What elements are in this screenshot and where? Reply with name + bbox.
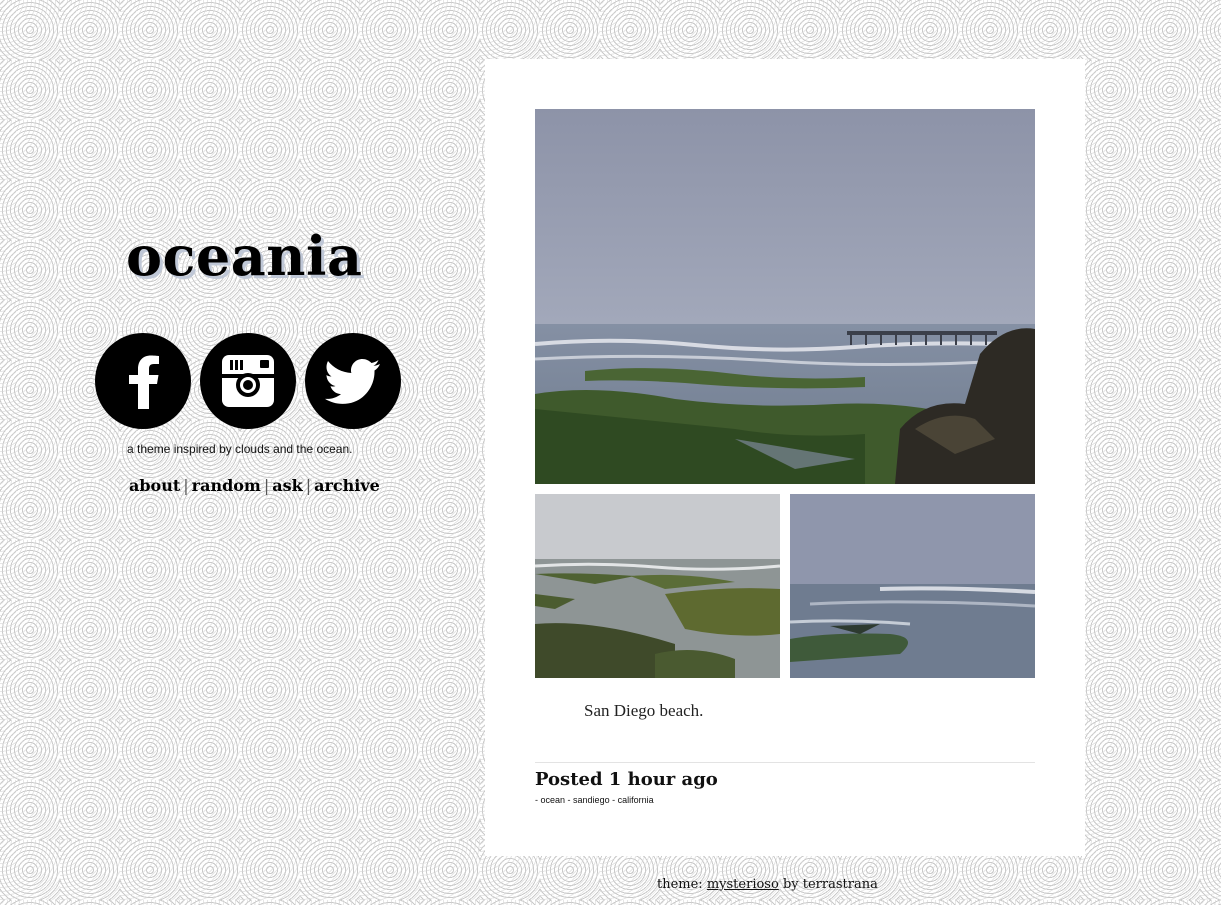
sidebar: oceania a theme inspired by clouds and t…: [90, 220, 410, 495]
facebook-button[interactable]: [95, 333, 191, 429]
theme-credit: theme: mysterioso by terrastrana: [657, 877, 878, 892]
social-links: [90, 333, 410, 429]
post-card: San Diego beach. Posted 1 hour ago - oce…: [485, 59, 1085, 856]
nav-separator: |: [263, 476, 270, 495]
nav-about[interactable]: about: [129, 476, 180, 495]
beach-pier-photo: [535, 109, 1035, 484]
credit-author: by terrastrana: [782, 877, 878, 892]
nav-archive[interactable]: archive: [314, 476, 380, 495]
photoset-image-main[interactable]: [535, 109, 1035, 484]
post-divider: [535, 762, 1035, 763]
tidepool-photo: [535, 494, 780, 678]
tagline: a theme inspired by clouds and the ocean…: [127, 442, 353, 456]
photoset-image-2[interactable]: [535, 494, 780, 678]
post-tags: - ocean - sandiego - california: [535, 795, 654, 805]
instagram-icon: [222, 355, 274, 407]
nav-menu: about | random | ask | archive: [90, 476, 410, 495]
facebook-icon: [129, 355, 159, 409]
twitter-button[interactable]: [305, 333, 401, 429]
instagram-button[interactable]: [200, 333, 296, 429]
tag-sandiego[interactable]: - sandiego: [568, 795, 610, 805]
twitter-icon: [325, 359, 380, 404]
tag-california[interactable]: - california: [612, 795, 654, 805]
nav-separator: |: [305, 476, 312, 495]
nav-random[interactable]: random: [192, 476, 261, 495]
nav-separator: |: [183, 476, 189, 495]
photoset-image-3[interactable]: [790, 494, 1035, 678]
post-timestamp[interactable]: Posted 1 hour ago: [535, 769, 718, 790]
post-caption: San Diego beach.: [584, 701, 704, 720]
tag-ocean[interactable]: - ocean: [535, 795, 565, 805]
ocean-waves-photo: [790, 494, 1035, 678]
theme-link[interactable]: mysterioso: [707, 877, 779, 892]
nav-ask[interactable]: ask: [272, 476, 302, 495]
blog-title[interactable]: oceania: [90, 220, 410, 292]
credit-prefix: theme:: [657, 877, 703, 892]
